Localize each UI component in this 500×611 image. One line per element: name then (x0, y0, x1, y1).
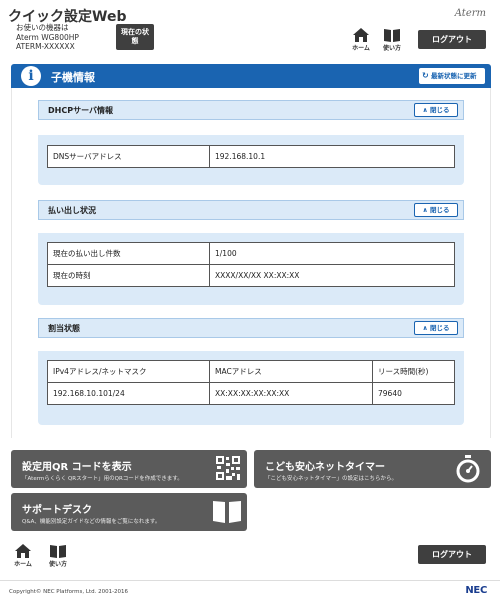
chevron-up-icon: ∧ (422, 324, 428, 332)
assign-section-title: 割当状態 (48, 324, 80, 333)
support-tile-title: サポートデスク (22, 505, 92, 516)
dhcp-section-body: DNSサーバアドレス 192.168.10.1 (38, 135, 464, 185)
assign-close-button[interactable]: ∧ 閉じる (414, 321, 458, 335)
book-icon (50, 545, 66, 558)
assign-close-label: 閉じる (430, 324, 450, 332)
table-row: 現在の払い出し件数 1/100 (47, 242, 455, 265)
mac-value: XX:XX:XX:XX:XX:XX (209, 382, 373, 405)
logout-button[interactable]: ログアウト (418, 30, 486, 49)
chevron-up-icon: ∧ (422, 206, 428, 214)
mac-header: MACアドレス (209, 360, 373, 383)
table-row: DNSサーバアドレス 192.168.10.1 (47, 145, 455, 168)
dns-label: DNSサーバアドレス (47, 145, 210, 168)
device-label: お使いの機器は (16, 23, 69, 32)
device-info: お使いの機器は Aterm WG800HP ATERM-XXXXXX (16, 23, 79, 52)
support-desk-tile[interactable]: サポートデスク Q&A、機能別設定ガイドなどの情報をご覧になれます。 (11, 493, 247, 531)
refresh-label: 最新状態に更新 (431, 72, 477, 80)
refresh-button[interactable]: ↻ 最新状態に更新 (419, 68, 485, 84)
help-nav[interactable]: 使い方 (380, 28, 404, 52)
support-tile-desc: Q&A、機能別設定ガイドなどの情報をご覧になれます。 (22, 519, 161, 525)
current-time-label: 現在の時刻 (47, 264, 210, 287)
header: クイック設定Web お使いの機器は Aterm WG800HP ATERM-XX… (0, 0, 500, 58)
assign-section-header: 割当状態 ∧ 閉じる (38, 318, 464, 338)
info-icon: i (21, 66, 41, 86)
ipv4-value: 192.168.10.101/24 (47, 382, 210, 405)
copyright: Copyright© NEC Platforms, Ltd. 2001-2016 (9, 589, 129, 595)
home-nav[interactable]: ホーム (349, 28, 373, 52)
timer-tile-title: こども安心ネットタイマー (265, 462, 385, 473)
table-header-row: IPv4アドレス/ネットマスク MACアドレス リース時間(秒) (47, 360, 455, 383)
lease-time-header: リース時間(秒) (372, 360, 455, 383)
ipv4-header: IPv4アドレス/ネットマスク (47, 360, 210, 383)
page-title: 子機情報 (51, 71, 95, 84)
home-icon (353, 28, 369, 42)
lease-close-label: 閉じる (430, 206, 450, 214)
qr-tile-desc: 「Atermらくらく QRスタート」用のQRコードを作成できます。 (22, 476, 183, 482)
footer-help-nav[interactable]: 使い方 (46, 544, 70, 568)
footer-logout-button[interactable]: ログアウト (418, 545, 486, 564)
assign-section-body: IPv4アドレス/ネットマスク MACアドレス リース時間(秒) 192.168… (38, 351, 464, 425)
current-status-button[interactable]: 現在の状態 (116, 24, 154, 50)
qr-code-tile[interactable]: 設定用QR コードを表示 「Atermらくらく QRスタート」用のQRコードを作… (11, 450, 247, 488)
lease-table: 現在の払い出し件数 1/100 現在の時刻 XXXX/XX/XX XX:XX:X… (47, 242, 455, 287)
book-icon (384, 29, 400, 42)
dhcp-close-button[interactable]: ∧ 閉じる (414, 103, 458, 117)
lease-count-label: 現在の払い出し件数 (47, 242, 210, 265)
dhcp-section-header: DHCPサーバ情報 ∧ 閉じる (38, 100, 464, 120)
qr-code-icon (215, 455, 241, 481)
timer-tile-desc: 「こども安心ネットタイマー」の設定はこちらから。 (265, 476, 398, 482)
current-time-value: XXXX/XX/XX XX:XX:XX (209, 264, 455, 287)
home-icon (15, 544, 31, 558)
dhcp-close-label: 閉じる (430, 106, 450, 114)
table-row: 192.168.10.101/24 XX:XX:XX:XX:XX:XX 7964… (47, 382, 455, 405)
footer-home-label: ホーム (14, 561, 32, 568)
book-icon (213, 501, 241, 523)
aterm-logo: Aterm (454, 8, 486, 19)
main-title-bar: i 子機情報 ↻ 最新状態に更新 (11, 64, 491, 88)
lease-section-body: 現在の払い出し件数 1/100 現在の時刻 XXXX/XX/XX XX:XX:X… (38, 233, 464, 305)
footer-help-label: 使い方 (48, 561, 67, 568)
dhcp-section-title: DHCPサーバ情報 (48, 106, 113, 115)
nec-logo: NEC (465, 585, 487, 596)
lease-count-value: 1/100 (209, 242, 455, 265)
home-label: ホーム (352, 45, 370, 52)
lease-time-value: 79640 (372, 382, 455, 405)
stopwatch-icon (456, 455, 480, 483)
lease-section-title: 払い出し状況 (48, 206, 96, 215)
footer-home-nav[interactable]: ホーム (11, 544, 35, 568)
table-row: 現在の時刻 XXXX/XX/XX XX:XX:XX (47, 264, 455, 287)
device-id: ATERM-XXXXXX (16, 42, 75, 51)
device-model: Aterm WG800HP (16, 32, 79, 42)
dns-value: 192.168.10.1 (209, 145, 455, 168)
lease-close-button[interactable]: ∧ 閉じる (414, 203, 458, 217)
chevron-up-icon: ∧ (422, 106, 428, 114)
refresh-icon: ↻ (422, 71, 429, 80)
qr-tile-title: 設定用QR コードを表示 (22, 462, 132, 473)
footer-divider (0, 580, 500, 581)
help-label: 使い方 (382, 45, 401, 52)
dhcp-table: DNSサーバアドレス 192.168.10.1 (47, 145, 455, 168)
assign-table: IPv4アドレス/ネットマスク MACアドレス リース時間(秒) 192.168… (47, 360, 455, 405)
lease-section-header: 払い出し状況 ∧ 閉じる (38, 200, 464, 220)
child-net-timer-tile[interactable]: こども安心ネットタイマー 「こども安心ネットタイマー」の設定はこちらから。 (254, 450, 491, 488)
